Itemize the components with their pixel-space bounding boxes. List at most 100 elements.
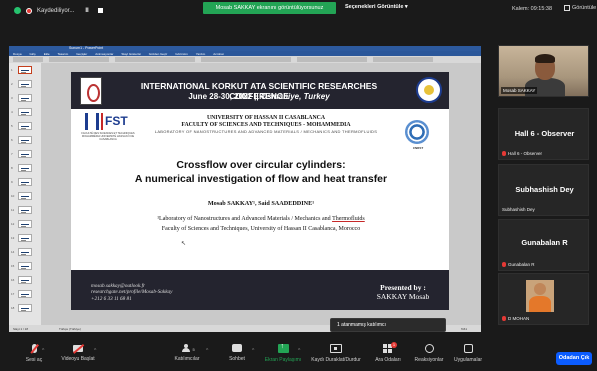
slide-thumbnail[interactable] bbox=[18, 276, 32, 284]
presentation-title: Crossflow over circular cylinders: A num… bbox=[134, 159, 388, 185]
apps-icon bbox=[463, 344, 473, 353]
participant-tile[interactable]: Subhashish Dey Subhashish Dey bbox=[498, 164, 589, 216]
ribbon-group[interactable] bbox=[373, 57, 433, 62]
slide-thumbnail[interactable] bbox=[18, 262, 32, 270]
menu-item[interactable]: Animasyonlar bbox=[95, 52, 113, 56]
recording-icon bbox=[330, 344, 342, 353]
slide-thumbnail[interactable] bbox=[18, 290, 32, 298]
menu-item[interactable]: Görünüm bbox=[175, 52, 188, 56]
thumbnail-number: 10 bbox=[11, 194, 15, 198]
participant-tile[interactable]: Gunabalan R Gunabalan R bbox=[498, 219, 589, 271]
pause-recording-button[interactable]: II bbox=[85, 8, 88, 14]
view-options-button[interactable]: Seçenekleri Görüntüle ▾ bbox=[345, 4, 408, 10]
conference-header-band: INTERNATIONAL KORKUT ATA SCIENTIFIC RESE… bbox=[71, 72, 449, 109]
thumbnail-number: 15 bbox=[11, 264, 15, 268]
conference-logo-icon bbox=[80, 77, 102, 105]
reactions-icon bbox=[424, 344, 434, 353]
slide-thumbnail[interactable] bbox=[18, 248, 32, 256]
view-button[interactable]: Görüntüle bbox=[564, 5, 596, 11]
participant-tile[interactable]: D MOHAN bbox=[498, 273, 589, 325]
meeting-toolbar: Sesi aç ^ Videoyu Başlat ^ 5 Katılımcıla… bbox=[0, 340, 597, 371]
stop-recording-button[interactable] bbox=[97, 8, 103, 13]
researchgate-link: researchgate.net/profile/Mosab-Sakkay bbox=[91, 289, 173, 296]
fst-subtitle: FACULTÉ DES SCIENCES ET TECHNIQUES MOHAM… bbox=[81, 132, 135, 142]
recording-indicator: Kaydediliyor... II bbox=[14, 7, 103, 14]
fst-logo-accent bbox=[101, 113, 103, 130]
participants-options-caret[interactable]: ^ bbox=[206, 348, 208, 354]
slide-thumbnail[interactable] bbox=[18, 164, 32, 172]
university-block: UNIVERSITY OF HASSAN II CASABLANCA FACUL… bbox=[151, 115, 381, 129]
share-options-caret[interactable]: ^ bbox=[298, 348, 300, 354]
slide-thumbnail[interactable] bbox=[18, 206, 32, 214]
zoom-meeting-window: Kaydediliyor... II Mosab SAKKAY ekranını… bbox=[0, 0, 597, 371]
breakout-rooms-badge: 1 bbox=[391, 342, 397, 348]
participants-icon: 5 bbox=[181, 344, 195, 352]
slide-thumbnail[interactable] bbox=[18, 150, 32, 158]
slide-thumbnail[interactable] bbox=[18, 220, 32, 228]
apps-button[interactable]: Uygulamalar bbox=[440, 344, 496, 363]
recording-label: Kaydediliyor... bbox=[37, 7, 75, 14]
cnrst-label: CNRST bbox=[412, 146, 424, 150]
menu-item[interactable]: Dosya bbox=[13, 52, 22, 56]
ribbon-group[interactable] bbox=[115, 57, 195, 62]
thumbnail-number: 16 bbox=[11, 278, 15, 282]
slide-thumbnail[interactable] bbox=[18, 234, 32, 242]
thumbnail-number: 17 bbox=[11, 292, 15, 296]
chat-options-caret[interactable]: ^ bbox=[252, 348, 254, 354]
start-video-button[interactable]: Videoyu Başlat bbox=[50, 344, 106, 362]
cnrst-logo-icon bbox=[405, 120, 429, 144]
thumbnail-number: 1 bbox=[11, 68, 13, 72]
slide-thumbnail[interactable] bbox=[18, 136, 32, 144]
share-screen-icon bbox=[277, 343, 289, 353]
menu-item[interactable]: Acrobat bbox=[213, 52, 223, 56]
menu-item[interactable]: Giriş bbox=[30, 52, 36, 56]
fst-logo: FST bbox=[85, 113, 130, 130]
microphone-off-icon bbox=[31, 344, 37, 353]
fst-logo-bars-icon bbox=[85, 113, 99, 130]
thumbnail-number: 9 bbox=[11, 180, 13, 184]
menu-item[interactable]: Yardım bbox=[196, 52, 205, 56]
security-shield-icon[interactable] bbox=[14, 7, 21, 14]
video-options-caret[interactable]: ^ bbox=[94, 348, 96, 354]
audio-options-caret[interactable]: ^ bbox=[42, 348, 44, 354]
participant-name: Hall 6 - Observer bbox=[514, 129, 575, 138]
camera-off-icon bbox=[73, 345, 83, 352]
presented-by-label: Presented by : bbox=[380, 283, 426, 292]
grid-view-icon bbox=[564, 5, 570, 11]
menu-item[interactable]: Ekle bbox=[44, 52, 50, 56]
slide-thumbnail[interactable] bbox=[18, 192, 32, 200]
slide-thumbnail[interactable] bbox=[18, 122, 32, 130]
recording-dot-icon bbox=[26, 7, 32, 14]
ribbon-group[interactable] bbox=[49, 57, 109, 62]
slide: INTERNATIONAL KORKUT ATA SCIENTIFIC RESE… bbox=[71, 72, 449, 310]
participant-photo bbox=[526, 280, 554, 312]
menu-item[interactable]: Slayt Gösterisi bbox=[121, 52, 140, 56]
ribbon-group[interactable] bbox=[297, 57, 367, 62]
participant-video-tile[interactable]: Mosab SAKKAY bbox=[498, 45, 589, 97]
leave-meeting-button[interactable]: Odadan Çık bbox=[556, 352, 592, 365]
menu-item[interactable]: Tasarım bbox=[58, 52, 69, 56]
mouse-cursor-icon: ↖ bbox=[181, 241, 187, 247]
menu-item[interactable]: Geçişler bbox=[76, 52, 87, 56]
zoom-level[interactable]: %61 bbox=[461, 327, 467, 331]
slide-counter: Slayt 1 / 18 bbox=[13, 327, 29, 331]
thumbnail-number: 12 bbox=[11, 222, 15, 226]
slide-thumbnail[interactable] bbox=[18, 66, 32, 74]
menu-item[interactable]: Gözden Geçir bbox=[149, 52, 168, 56]
conference-date: June 28-30, 2022 || Osmaniye, Turkey bbox=[188, 92, 330, 101]
slide-thumbnail[interactable] bbox=[18, 94, 32, 102]
ribbon-group[interactable] bbox=[201, 57, 291, 62]
slide-thumbnail[interactable] bbox=[18, 80, 32, 88]
thumbnail-number: 18 bbox=[11, 306, 15, 310]
ribbon-group[interactable] bbox=[13, 57, 43, 62]
participant-name: Subhashish Dey bbox=[515, 185, 574, 194]
thumbnail-number: 8 bbox=[11, 166, 13, 170]
slide-thumbnail[interactable] bbox=[18, 108, 32, 116]
slide-thumbnail[interactable] bbox=[18, 178, 32, 186]
participant-tile[interactable]: Hall 6 - Observer Hall 6 - Observer bbox=[498, 108, 589, 160]
chat-icon bbox=[232, 344, 242, 352]
top-bar: Kaydediliyor... II Mosab SAKKAY ekranını… bbox=[0, 0, 597, 22]
slide-thumbnail[interactable] bbox=[18, 304, 32, 312]
powerpoint-title: Sunum1 - PowerPoint bbox=[69, 46, 104, 50]
affiliation: ¹Laboratory of Nanostructures and Advanc… bbox=[157, 216, 365, 232]
